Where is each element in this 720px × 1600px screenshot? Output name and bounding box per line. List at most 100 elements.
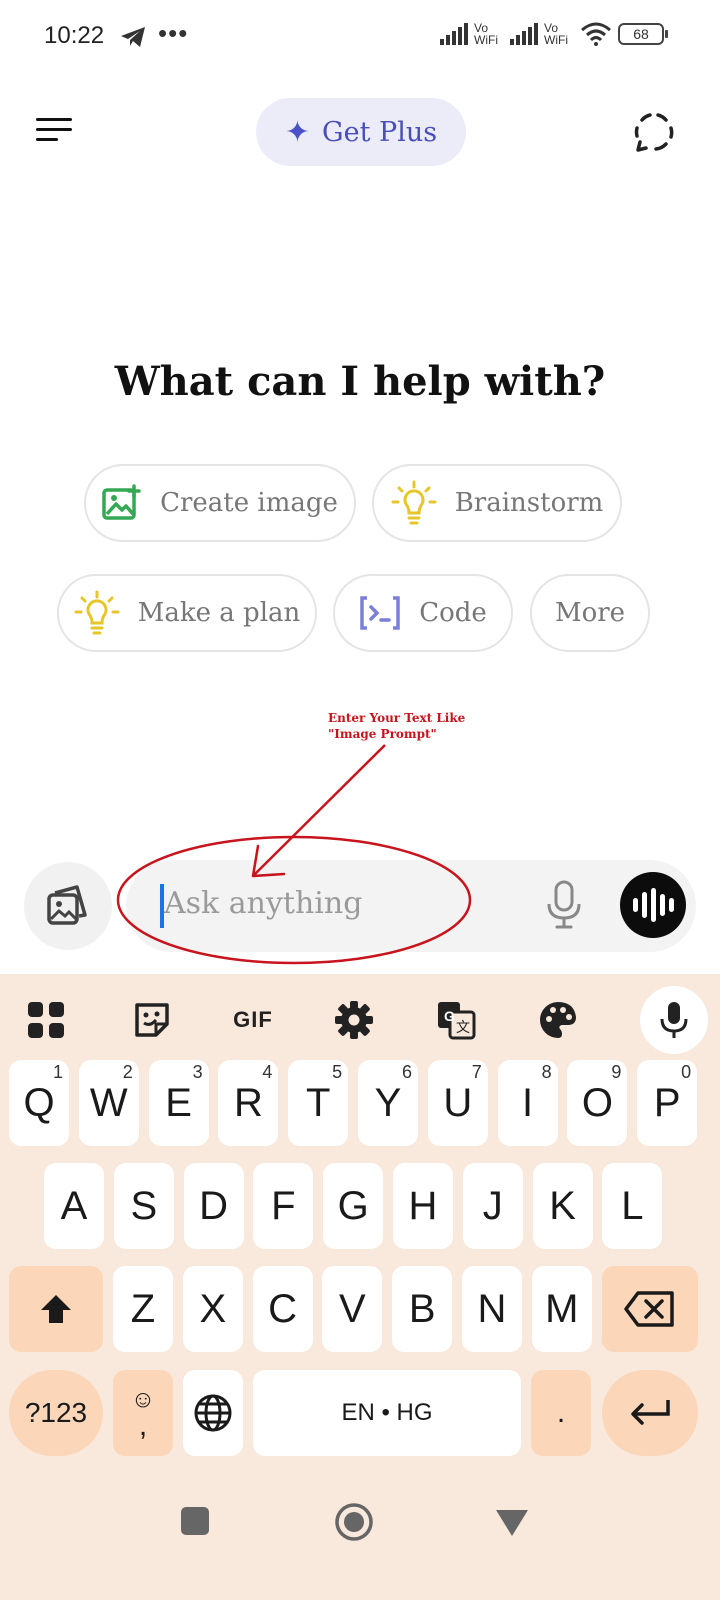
key-label: R [233, 1080, 263, 1125]
key-c[interactable]: C [252, 1266, 313, 1352]
key-hint: 6 [401, 1062, 412, 1082]
key-w[interactable]: W2 [78, 1060, 139, 1146]
chip-label: Brainstorm [454, 488, 604, 518]
signal-icon [510, 23, 538, 45]
status-icons: Vo WiFi Vo WiFi 68 [440, 21, 668, 47]
period-key[interactable]: . [531, 1370, 591, 1456]
enter-icon [631, 1400, 670, 1425]
key-j[interactable]: J [462, 1163, 523, 1249]
settings-icon[interactable] [334, 1000, 374, 1040]
key-v[interactable]: V [322, 1266, 383, 1352]
back-icon[interactable] [494, 1508, 530, 1538]
key-p[interactable]: P0 [637, 1060, 698, 1146]
ask-input[interactable]: Ask anything [126, 860, 696, 952]
telegram-icon [121, 27, 145, 47]
key-label: Q [23, 1080, 55, 1125]
wifi-icon [581, 22, 611, 46]
key-g[interactable]: G [323, 1163, 384, 1249]
key-hint: 3 [192, 1062, 203, 1082]
apps-grid-icon[interactable] [26, 1000, 66, 1040]
code-chip[interactable]: Code [333, 574, 513, 652]
chip-label: Create image [160, 488, 338, 518]
chip-label: More [554, 598, 626, 628]
key-hint: 5 [332, 1062, 343, 1082]
backspace-key[interactable] [602, 1266, 698, 1352]
key-n[interactable]: N [462, 1266, 522, 1352]
temporary-chat-icon[interactable] [632, 110, 676, 154]
key-o[interactable]: O9 [567, 1060, 628, 1146]
key-r[interactable]: R4 [218, 1060, 279, 1146]
mic-icon[interactable] [544, 880, 584, 930]
key-hint: 9 [611, 1062, 622, 1082]
sticker-icon[interactable] [132, 1000, 172, 1040]
shift-key[interactable] [9, 1266, 103, 1352]
image-attach-icon [47, 885, 87, 925]
space-key[interactable]: EN • HG [253, 1370, 521, 1456]
key-label: O [581, 1080, 613, 1125]
svg-text:G: G [444, 1008, 455, 1024]
key-hint: 4 [262, 1062, 273, 1082]
vowifi-label: Vo WiFi [474, 21, 498, 47]
language-key[interactable] [183, 1370, 243, 1456]
key-hint: 1 [52, 1062, 63, 1082]
more-notifications-icon: ••• [158, 18, 189, 48]
key-u[interactable]: U7 [427, 1060, 488, 1146]
key-s[interactable]: S [113, 1163, 174, 1249]
status-bar: 10:22 ••• Vo WiFi Vo WiFi 68 [0, 0, 720, 78]
get-plus-button[interactable]: ✦ Get Plus [256, 98, 466, 166]
key-hint: 2 [122, 1062, 133, 1082]
key-f[interactable]: F [253, 1163, 314, 1249]
recents-icon[interactable] [180, 1506, 210, 1536]
key-q[interactable]: Q1 [9, 1060, 69, 1146]
key-label: E [165, 1080, 192, 1125]
brainstorm-chip[interactable]: Brainstorm [372, 464, 622, 542]
chip-label: Make a plan [137, 598, 301, 628]
keyboard-toolbar: GIF G文 [0, 974, 720, 1066]
emoji-comma-key[interactable]: ☺ , [113, 1370, 173, 1456]
code-icon [360, 596, 400, 630]
menu-icon[interactable] [36, 116, 76, 144]
key-t[interactable]: T5 [288, 1060, 349, 1146]
signal-icon [440, 23, 468, 45]
keyboard-mic-button[interactable] [640, 986, 708, 1054]
voice-mode-button[interactable] [620, 872, 686, 938]
enter-key[interactable] [602, 1370, 698, 1456]
chip-label: Code [419, 598, 487, 628]
status-time: 10:22 [44, 22, 105, 49]
gif-button[interactable]: GIF [230, 1000, 276, 1040]
key-e[interactable]: E3 [148, 1060, 209, 1146]
key-z[interactable]: Z [113, 1266, 173, 1352]
globe-icon [194, 1394, 232, 1432]
key-k[interactable]: K [532, 1163, 593, 1249]
key-d[interactable]: D [183, 1163, 244, 1249]
key-label: U [443, 1080, 473, 1125]
key-hint: 8 [541, 1062, 552, 1082]
palette-icon[interactable] [538, 1000, 578, 1040]
svg-text:文: 文 [456, 1019, 470, 1035]
attach-image-button[interactable] [24, 862, 112, 950]
key-b[interactable]: B [392, 1266, 453, 1352]
key-label: I [522, 1080, 534, 1125]
key-i[interactable]: I8 [497, 1060, 558, 1146]
make-a-plan-chip[interactable]: Make a plan [57, 574, 317, 652]
key-y[interactable]: Y6 [358, 1060, 418, 1146]
key-m[interactable]: M [531, 1266, 592, 1352]
key-a[interactable]: A [44, 1163, 104, 1249]
vowifi-label: Vo WiFi [544, 21, 568, 47]
symbols-key[interactable]: ?123 [9, 1370, 103, 1456]
get-plus-label: Get Plus [322, 116, 438, 148]
more-chip[interactable]: More [530, 574, 650, 652]
sparkle-icon: ✦ [284, 114, 311, 150]
create-image-chip[interactable]: Create image [84, 464, 356, 542]
lightbulb-icon [74, 590, 120, 635]
lightbulb-icon [391, 480, 437, 525]
voice-mode-icon [632, 898, 638, 912]
key-x[interactable]: X [182, 1266, 243, 1352]
key-l[interactable]: L [602, 1163, 663, 1249]
key-h[interactable]: H [393, 1163, 453, 1249]
home-icon[interactable] [334, 1502, 374, 1542]
navigation-bar [0, 1500, 720, 1600]
key-label: T [305, 1080, 331, 1125]
key-label: W [89, 1080, 128, 1125]
translate-icon[interactable]: G文 [436, 1000, 476, 1040]
